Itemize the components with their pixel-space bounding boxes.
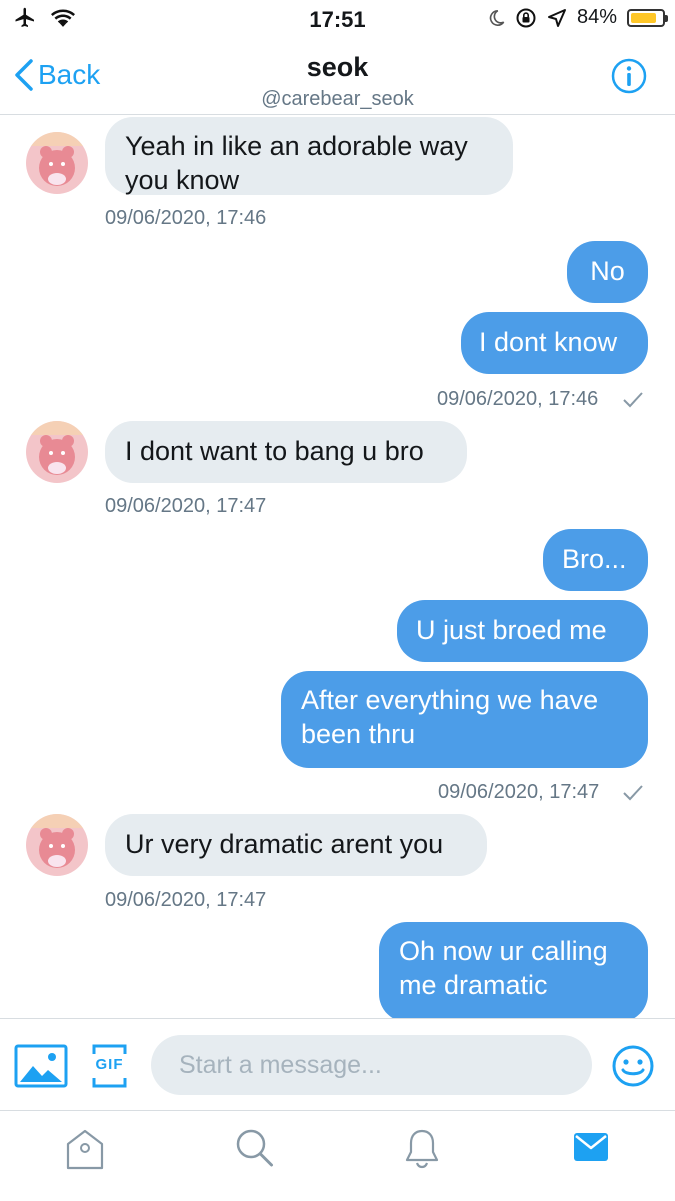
conversation-handle: @carebear_seok: [261, 88, 414, 110]
message-timestamp: 09/06/2020, 17:47: [105, 889, 267, 911]
message-composer: GIF: [0, 1018, 675, 1111]
message-text: I dont want to bang u bro: [125, 436, 424, 466]
message-text: been thru: [301, 719, 416, 749]
message-timestamp: 09/06/2020, 17:47: [438, 781, 600, 803]
message-timestamp: 09/06/2020, 17:46: [105, 207, 267, 229]
search-icon[interactable]: [234, 1127, 276, 1171]
message-text: Yeah in like an adorable way: [125, 131, 468, 161]
message-text: me dramatic: [399, 970, 548, 1000]
message-text: I dont know: [479, 327, 618, 357]
moon-icon: [489, 9, 505, 26]
gif-button[interactable]: GIF: [92, 1044, 127, 1088]
battery-icon: [627, 8, 668, 27]
info-icon[interactable]: [611, 58, 647, 94]
message-bubble-outgoing[interactable]: Oh now ur calling me dramatic: [379, 922, 648, 1018]
avatar[interactable]: [26, 132, 88, 194]
message-bubble-incoming[interactable]: Yeah in like an adorable way you know: [105, 117, 513, 195]
emoji-icon[interactable]: [611, 1044, 655, 1088]
battery-percentage: 84%: [576, 6, 617, 28]
message-bubble-outgoing[interactable]: After everything we have been thru: [281, 671, 648, 768]
status-right: 84%: [487, 6, 668, 29]
message-text: you know: [125, 165, 240, 195]
conversation-title: seok: [306, 52, 369, 82]
home-icon[interactable]: [64, 1127, 106, 1171]
message-bubble-outgoing[interactable]: Bro...: [543, 529, 648, 591]
message-bubble-outgoing[interactable]: No: [567, 241, 648, 303]
message-thread[interactable]: Yeah in like an adorable way you know 09…: [0, 115, 675, 1018]
avatar[interactable]: [26, 814, 88, 876]
image-icon[interactable]: [14, 1044, 68, 1088]
message-text: Bro...: [562, 544, 627, 574]
message-bubble-outgoing[interactable]: U just broed me: [397, 600, 648, 662]
messages-icon[interactable]: [573, 1131, 609, 1163]
message-bubble-incoming[interactable]: Ur very dramatic arent you: [105, 814, 487, 876]
check-icon: [623, 392, 643, 408]
gif-label: GIF: [95, 1056, 124, 1073]
message-text: Oh now ur calling: [399, 936, 608, 966]
message-text: No: [590, 256, 625, 286]
message-bubble-outgoing[interactable]: I dont know: [461, 312, 648, 374]
location-icon: [547, 8, 566, 27]
status-bar: 17:51 84%: [0, 0, 675, 40]
message-text: Ur very dramatic arent you: [125, 829, 444, 859]
message-timestamp: 09/06/2020, 17:47: [105, 495, 267, 517]
message-text: After everything we have: [301, 685, 599, 715]
message-input[interactable]: [151, 1035, 592, 1095]
avatar[interactable]: [26, 421, 88, 483]
message-text: U just broed me: [416, 615, 607, 645]
message-timestamp: 09/06/2020, 17:46: [437, 388, 599, 410]
conversation-header: Back seok @carebear_seok: [0, 40, 675, 115]
tab-bar: [0, 1110, 675, 1201]
notifications-icon[interactable]: [403, 1127, 441, 1171]
message-bubble-incoming[interactable]: I dont want to bang u bro: [105, 421, 467, 483]
check-icon: [623, 785, 643, 801]
orientation-lock-icon: [516, 8, 536, 27]
